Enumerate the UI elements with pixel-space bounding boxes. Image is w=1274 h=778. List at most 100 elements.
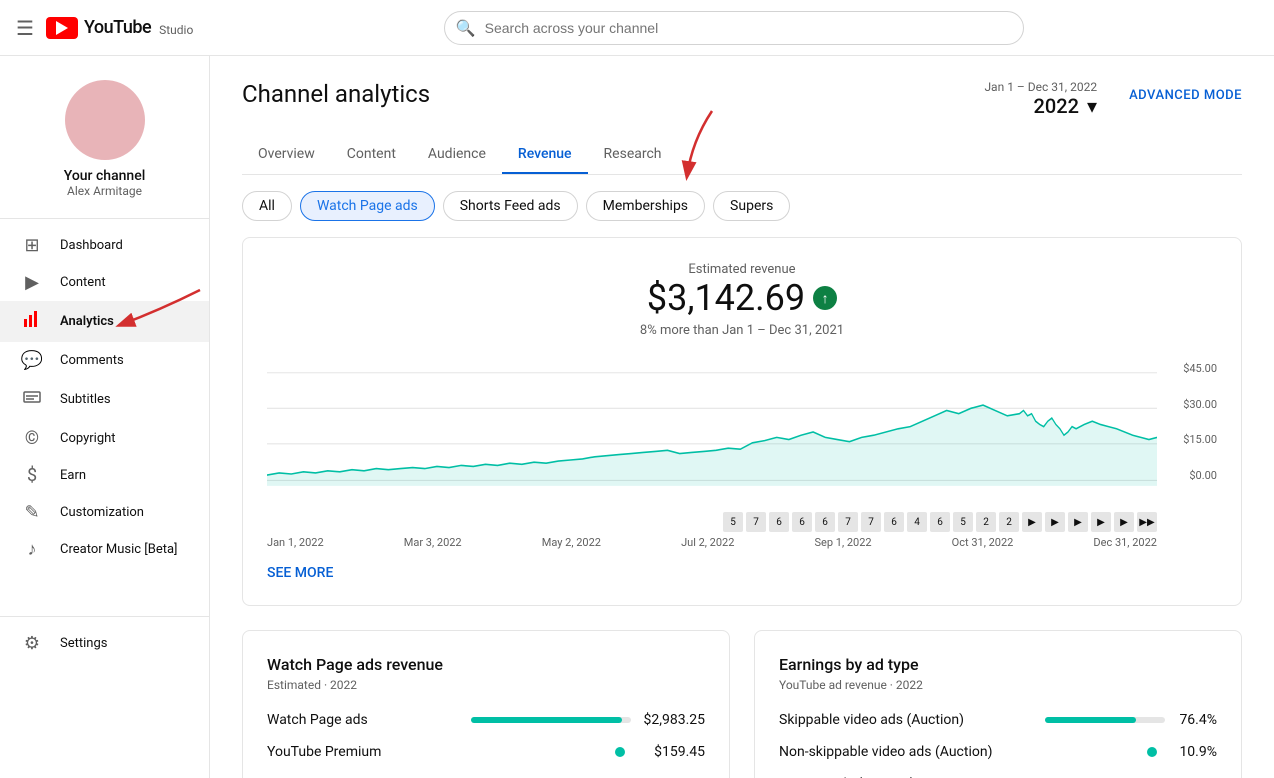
- page-5[interactable]: 5: [723, 512, 743, 532]
- customization-icon: ✎: [20, 502, 44, 523]
- pill-supers[interactable]: Supers: [713, 191, 790, 221]
- sidebar-item-creator-music[interactable]: ♪ Creator Music [Beta]: [0, 531, 209, 568]
- search-bar: 🔍: [444, 11, 1024, 45]
- y-label-45: $45.00: [1183, 362, 1217, 375]
- sidebar-label-content: Content: [60, 275, 106, 290]
- page-7a[interactable]: 7: [746, 512, 766, 532]
- search-wrapper: 🔍: [444, 11, 1024, 45]
- x-label-may: May 2, 2022: [542, 536, 601, 549]
- see-more-link[interactable]: SEE MORE: [267, 565, 333, 581]
- page-7c[interactable]: 7: [861, 512, 881, 532]
- sidebar-item-copyright[interactable]: © Copyright: [0, 420, 209, 457]
- watch-page-ads-label: Watch Page ads: [267, 712, 471, 728]
- watch-page-card-sub: Estimated · 2022: [267, 678, 705, 692]
- copyright-icon: ©: [20, 428, 44, 449]
- page-7b[interactable]: 7: [838, 512, 858, 532]
- page-nav-5[interactable]: ▶: [1114, 512, 1134, 532]
- pill-watch-page[interactable]: Watch Page ads: [300, 191, 435, 221]
- revenue-chart-svg: [267, 362, 1157, 502]
- advanced-mode-button[interactable]: ADVANCED MODE: [1129, 88, 1242, 103]
- revenue-up-icon: ↑: [813, 286, 837, 310]
- nonskippable-row: Non-skippable video ads (Auction) 10.9%: [779, 744, 1217, 760]
- sidebar-label-subtitles: Subtitles: [60, 392, 111, 407]
- earnings-card-sub: YouTube ad revenue · 2022: [779, 678, 1217, 692]
- page-nav-1[interactable]: ▶: [1022, 512, 1042, 532]
- x-label-oct: Oct 31, 2022: [952, 536, 1014, 549]
- sidebar-item-content[interactable]: ▶ Content: [0, 264, 209, 301]
- y-label-15: $15.00: [1183, 433, 1217, 446]
- pill-memberships[interactable]: Memberships: [586, 191, 705, 221]
- watch-page-bar-wrap: [471, 717, 631, 723]
- search-input[interactable]: [444, 11, 1024, 45]
- page-5b[interactable]: 5: [953, 512, 973, 532]
- sidebar-item-settings[interactable]: ⚙ Settings: [0, 625, 209, 662]
- earn-icon: $: [20, 465, 44, 486]
- hamburger-icon[interactable]: ☰: [16, 16, 34, 40]
- page-nav-6[interactable]: ▶▶: [1137, 512, 1157, 532]
- earnings-card-title: Earnings by ad type: [779, 655, 1217, 674]
- tab-revenue[interactable]: Revenue: [502, 134, 588, 174]
- topbar-left: ☰ YouTube Studio: [16, 16, 193, 40]
- sidebar-label-customization: Customization: [60, 505, 144, 520]
- x-label-dec: Dec 31, 2022: [1093, 536, 1157, 549]
- page-nav-3[interactable]: ▶: [1068, 512, 1088, 532]
- x-label-jul: Jul 2, 2022: [681, 536, 734, 549]
- skippable-pct: 76.4%: [1177, 712, 1217, 728]
- revenue-value: $3,142.69: [647, 277, 805, 319]
- tab-overview[interactable]: Overview: [242, 134, 331, 174]
- sidebar-label-dashboard: Dashboard: [60, 238, 123, 253]
- page-2a[interactable]: 2: [976, 512, 996, 532]
- nonskippable-dot-wrap: [1147, 747, 1165, 757]
- analytics-tabs: Overview Content Audience Revenue Resear…: [242, 134, 1242, 175]
- revenue-label: Estimated revenue: [267, 262, 1217, 277]
- page-2b[interactable]: 2: [999, 512, 1019, 532]
- channel-name: Your channel: [64, 168, 146, 184]
- sidebar-label-comments: Comments: [60, 353, 124, 368]
- watch-page-row: Watch Page ads $2,983.25: [267, 712, 705, 728]
- sidebar-item-comments[interactable]: 💬 Comments: [0, 342, 209, 379]
- page-4[interactable]: 4: [907, 512, 927, 532]
- page-nav-2[interactable]: ▶: [1045, 512, 1065, 532]
- pill-shorts-feed[interactable]: Shorts Feed ads: [443, 191, 578, 221]
- avatar: [65, 80, 145, 160]
- sidebar-item-earn[interactable]: $ Earn: [0, 457, 209, 494]
- page-6c[interactable]: 6: [815, 512, 835, 532]
- sidebar-item-customization[interactable]: ✎ Customization: [0, 494, 209, 531]
- page-nav-4[interactable]: ▶: [1091, 512, 1111, 532]
- page-6b[interactable]: 6: [792, 512, 812, 532]
- tab-research[interactable]: Research: [588, 134, 678, 174]
- nonskippable-label: Non-skippable video ads (Auction): [779, 744, 1147, 760]
- sidebar: Your channel Alex Armitage ⊞ Dashboard ▶…: [0, 56, 210, 778]
- youtube-logo-icon: [46, 17, 78, 39]
- sidebar-item-analytics[interactable]: Analytics: [0, 301, 209, 342]
- comments-icon: 💬: [20, 350, 44, 371]
- date-picker[interactable]: Jan 1 – Dec 31, 2022 2022 ▾: [984, 80, 1097, 118]
- page-6a[interactable]: 6: [769, 512, 789, 532]
- watch-page-bar: [471, 717, 621, 723]
- date-year-row: 2022 ▾: [1034, 94, 1098, 118]
- revenue-header: Estimated revenue $3,142.69 ↑ 8% more th…: [267, 262, 1217, 338]
- sidebar-bottom-divider: [0, 616, 209, 617]
- x-axis-labels: Jan 1, 2022 Mar 3, 2022 May 2, 2022 Jul …: [267, 536, 1217, 549]
- x-label-sep: Sep 1, 2022: [815, 536, 872, 549]
- pill-all[interactable]: All: [242, 191, 292, 221]
- y-axis-labels: $45.00 $30.00 $15.00 $0.00: [1183, 362, 1217, 482]
- search-icon: 🔍: [456, 18, 476, 37]
- page-6e[interactable]: 6: [930, 512, 950, 532]
- earnings-card: Earnings by ad type YouTube ad revenue ·…: [754, 630, 1242, 778]
- layout: Your channel Alex Armitage ⊞ Dashboard ▶…: [0, 56, 1274, 778]
- header-right: Jan 1 – Dec 31, 2022 2022 ▾ ADVANCED MOD…: [984, 80, 1242, 118]
- yt-premium-row: YouTube Premium $159.45: [267, 744, 705, 760]
- page-6d[interactable]: 6: [884, 512, 904, 532]
- nonskippable-pct: 10.9%: [1177, 744, 1217, 760]
- sidebar-item-subtitles[interactable]: Subtitles: [0, 379, 209, 420]
- creator-music-icon: ♪: [20, 539, 44, 560]
- sidebar-item-dashboard[interactable]: ⊞ Dashboard: [0, 227, 209, 264]
- tab-audience[interactable]: Audience: [412, 134, 502, 174]
- x-label-jan: Jan 1, 2022: [267, 536, 324, 549]
- watch-page-card-title: Watch Page ads revenue: [267, 655, 705, 674]
- revenue-compare: 8% more than Jan 1 – Dec 31, 2021: [267, 323, 1217, 338]
- logo: YouTube Studio: [46, 17, 193, 39]
- sidebar-divider: [0, 218, 209, 219]
- tab-content[interactable]: Content: [331, 134, 412, 174]
